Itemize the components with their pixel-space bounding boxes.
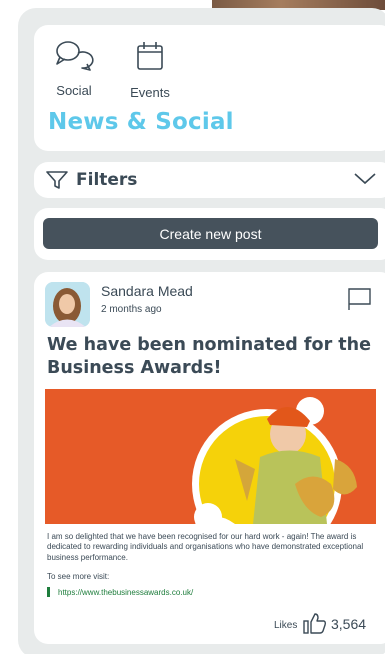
post-link[interactable]: https://www.thebusinessawards.co.uk/	[58, 588, 193, 597]
filters-label: Filters	[76, 170, 138, 190]
likes-label: Likes	[274, 620, 298, 631]
post-title: We have been nominated for the Business …	[47, 335, 371, 378]
thumbs-up-icon[interactable]	[303, 612, 327, 634]
flag-icon[interactable]	[347, 287, 373, 311]
create-post-button[interactable]: Create new post	[43, 218, 378, 249]
create-post-section: Create new post	[34, 208, 385, 260]
chevron-down-icon[interactable]	[354, 173, 376, 185]
post-image	[45, 389, 376, 524]
filter-icon	[46, 171, 68, 189]
post-cta: To see more visit:	[47, 572, 110, 581]
news-social-header: Social Events News & Social	[34, 25, 385, 151]
post-timestamp: 2 months ago	[101, 304, 162, 315]
post-author[interactable]: Sandara Mead	[101, 283, 193, 299]
filters-toggle[interactable]: Filters	[34, 162, 385, 198]
post-link-row: https://www.thebusinessawards.co.uk/	[47, 587, 193, 597]
page-title: News & Social	[48, 109, 234, 135]
post-body: I am so delighted that we have been reco…	[47, 532, 364, 562]
tab-events-label: Events	[130, 85, 170, 100]
post-card: Sandara Mead 2 months ago We have been n…	[34, 272, 385, 644]
likes-count: 3,564	[331, 616, 367, 632]
tab-social[interactable]: Social	[54, 39, 94, 98]
calendar-icon	[137, 42, 163, 70]
tab-events[interactable]: Events	[126, 41, 174, 100]
avatar[interactable]	[45, 282, 90, 327]
tab-social-label: Social	[56, 83, 92, 98]
link-accent-bar	[47, 587, 50, 597]
chat-bubbles-icon	[56, 41, 94, 71]
